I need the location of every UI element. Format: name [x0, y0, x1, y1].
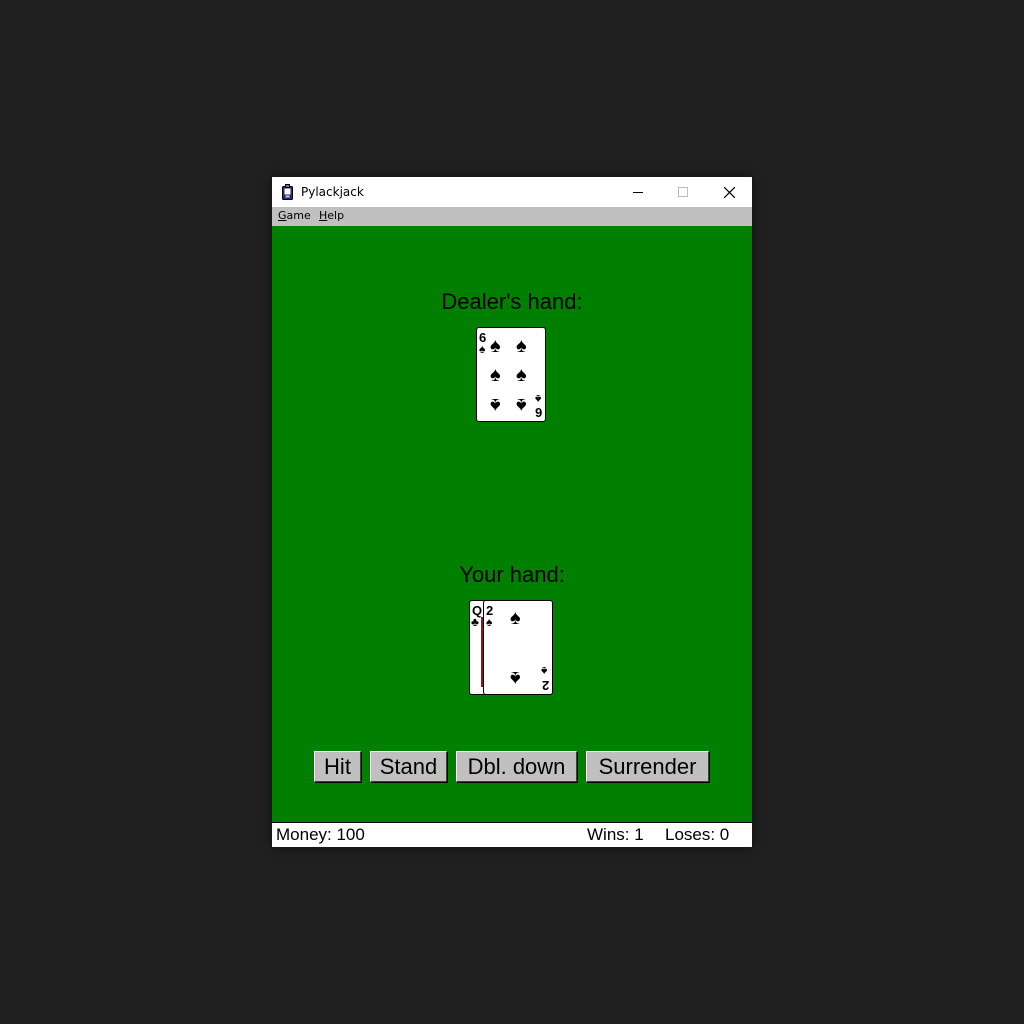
spade-pip-icon: ♠ [510, 667, 521, 689]
maximize-button[interactable] [660, 177, 706, 207]
hit-button[interactable]: Hit [314, 751, 361, 782]
spade-pip-icon: ♠ [516, 394, 527, 416]
close-button[interactable] [706, 177, 752, 207]
loses-status: Loses: 0 [665, 825, 730, 844]
spade-icon: ♠ [541, 664, 548, 678]
minimize-button[interactable] [615, 177, 661, 207]
card-rank: 6 [535, 405, 543, 420]
dealer-hand-label: Dealer's hand: [441, 289, 583, 314]
title-bar[interactable]: Pylackjack [272, 177, 752, 207]
spade-icon: ♠ [479, 342, 486, 356]
menu-help[interactable]: Help [319, 209, 344, 222]
menu-game[interactable]: Game [278, 209, 311, 222]
menu-game-accel: G [278, 209, 287, 222]
money-status: Money: 100 [276, 825, 365, 844]
status-bar: Money: 100 Wins: 1 Loses: 0 [272, 822, 752, 847]
close-icon [723, 186, 735, 198]
card-table: Dealer's hand: 6 ♠ ♠ ♠ ♠ ♠ ♠ ♠ ♠ 6 Your … [272, 226, 752, 822]
menu-bar: Game Help [272, 207, 752, 226]
spade-icon: ♠ [486, 615, 493, 629]
game-window: Pylackjack Game Help Dealer's hand: 6 ♠ … [272, 177, 752, 847]
window-title: Pylackjack [301, 185, 364, 199]
wins-status: Wins: 1 [587, 825, 644, 844]
player-card-two-of-spades: 2 ♠ ♠ ♠ ♠ 2 [483, 600, 553, 695]
minimize-icon [633, 192, 643, 193]
stand-button[interactable]: Stand [370, 751, 447, 782]
maximize-icon [678, 187, 688, 197]
double-down-button[interactable]: Dbl. down [456, 751, 577, 782]
spade-icon: ♠ [535, 392, 542, 406]
club-icon: ♣ [471, 615, 479, 629]
dealer-card-six-of-spades: 6 ♠ ♠ ♠ ♠ ♠ ♠ ♠ ♠ 6 [476, 327, 546, 422]
spade-pip-icon: ♠ [490, 394, 501, 416]
app-icon [282, 184, 293, 200]
spade-pip-icon: ♠ [490, 364, 501, 386]
action-buttons: Hit Stand Dbl. down Surrender [272, 751, 752, 783]
player-hand-label: Your hand: [459, 562, 565, 587]
spade-pip-icon: ♠ [510, 607, 521, 629]
spade-pip-icon: ♠ [490, 335, 501, 357]
menu-game-rest: ame [286, 209, 311, 222]
menu-help-rest: elp [327, 209, 345, 222]
surrender-button[interactable]: Surrender [586, 751, 709, 782]
spade-pip-icon: ♠ [516, 335, 527, 357]
spade-pip-icon: ♠ [516, 364, 527, 386]
card-rank: 2 [542, 678, 550, 693]
